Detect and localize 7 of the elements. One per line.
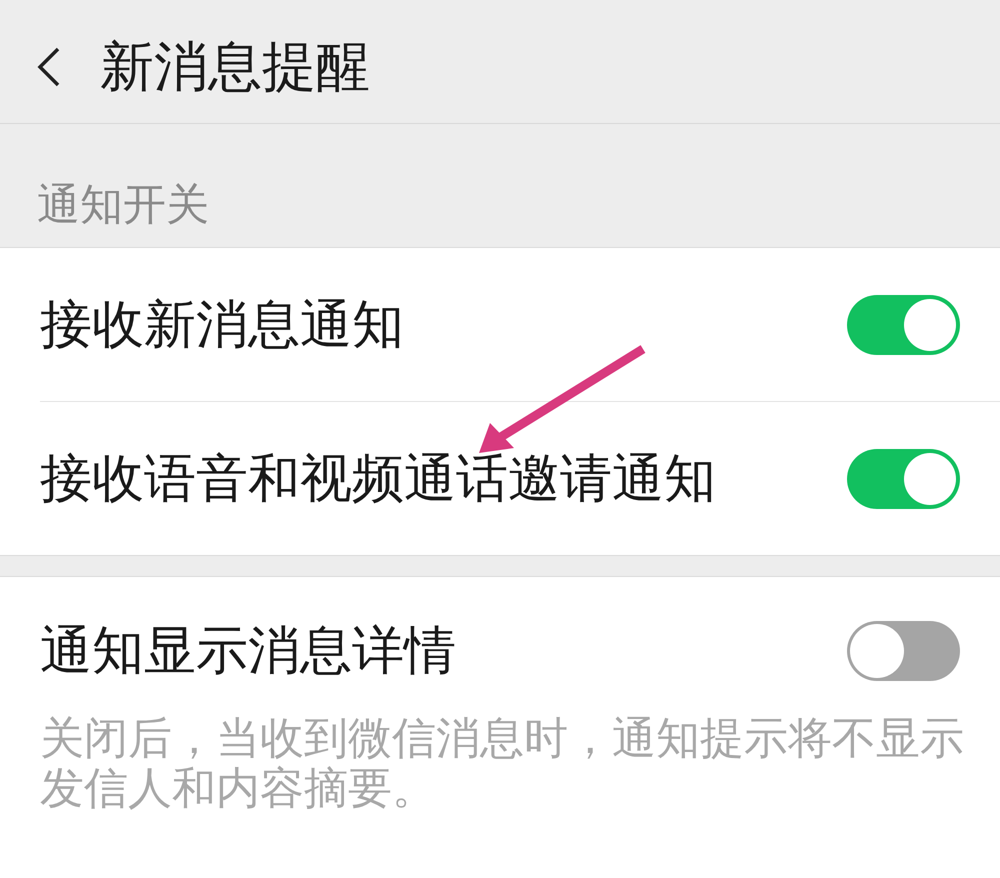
setting-label: 接收新消息通知 [40,298,404,350]
section-label: 通知开关 [37,180,209,230]
setting-description: 关闭后，当收到微信消息时，通知提示将不显示发信人和内容摘要。 [40,714,965,814]
page-title: 新消息提醒 [100,40,370,94]
back-icon[interactable] [37,46,61,86]
setting-label: 接收语音和视频通话邀请通知 [40,452,716,504]
setting-label: 通知显示消息详情 [40,625,456,677]
